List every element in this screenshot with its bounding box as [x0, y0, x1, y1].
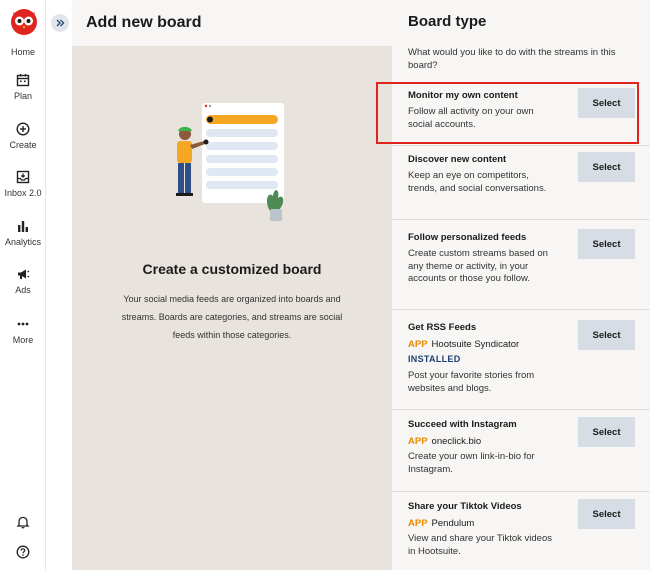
option-description: Keep an eye on competitors, trends, and … [408, 170, 547, 194]
app-name: oneclick.bio [431, 436, 482, 447]
board-illustration [176, 103, 284, 221]
highlight-box [376, 82, 639, 144]
select-follow-personalized-feeds-button[interactable]: Select [578, 229, 635, 259]
app-tag: APP [408, 436, 428, 447]
left-nav-rail: Home Plan Create Inbox 2.0 Analytics Ads… [0, 0, 46, 570]
board-preview-area: Create a customized board Your social me… [72, 46, 392, 570]
notifications-button[interactable] [0, 515, 46, 534]
plus-circle-icon [16, 122, 30, 136]
app-tag: APP [408, 339, 428, 350]
nav-more[interactable]: More [0, 317, 46, 345]
create-board-panel: Add new board Create a customized board … [72, 0, 392, 570]
create-board-description: Your social media feeds are organized in… [121, 294, 343, 340]
nav-plan-label: Plan [13, 91, 32, 101]
nav-create-label: Create [9, 140, 37, 150]
inbox-icon [16, 170, 30, 184]
app-name: Pendulum [431, 518, 475, 529]
create-board-heading: Create a customized board [142, 261, 322, 277]
nav-analytics-label: Analytics [4, 237, 41, 247]
installed-badge: INSTALLED [408, 354, 461, 364]
calendar-icon [16, 74, 30, 87]
divider [392, 219, 650, 220]
select-share-tiktok-videos-button[interactable]: Select [578, 499, 635, 529]
board-type-title: Board type [408, 13, 487, 30]
select-succeed-with-instagram-button[interactable]: Select [578, 417, 635, 447]
app-tag: APP [408, 518, 428, 529]
double-chevron-right-icon [56, 19, 65, 27]
nav-create[interactable]: Create [0, 122, 46, 150]
divider [392, 409, 650, 410]
page-title: Add new board [86, 14, 202, 31]
select-discover-new-content-button[interactable]: Select [578, 152, 635, 182]
board-type-subtitle: What would you like to do with the strea… [408, 47, 616, 71]
app-name: Hootsuite Syndicator [431, 339, 520, 350]
option-description: View and share your Tiktok videos in Hoo… [408, 533, 552, 557]
bell-icon [16, 516, 30, 529]
more-dots-icon [17, 322, 29, 326]
option-description: Create your own link-in-bio for Instagra… [408, 451, 535, 475]
option-description: Create custom streams based on any theme… [408, 248, 548, 284]
nav-home[interactable]: Home [0, 47, 46, 57]
nav-inbox[interactable]: Inbox 2.0 [0, 170, 46, 198]
nav-home-label: Home [10, 47, 35, 57]
divider [392, 491, 650, 492]
divider [392, 145, 650, 146]
nav-more-label: More [12, 335, 34, 345]
megaphone-icon [18, 269, 30, 279]
option-description: Post your favorite stories from websites… [408, 370, 535, 394]
nav-ads-label: Ads [15, 285, 31, 295]
panel-header: Add new board [72, 0, 392, 46]
bar-chart-icon [18, 221, 28, 232]
owl-logo-icon[interactable] [9, 6, 39, 36]
nav-analytics[interactable]: Analytics [0, 219, 46, 247]
help-button[interactable] [0, 545, 46, 564]
nav-ads[interactable]: Ads [0, 267, 46, 295]
divider [392, 309, 650, 310]
select-get-rss-feeds-button[interactable]: Select [578, 320, 635, 350]
expand-panel-button[interactable] [51, 14, 69, 32]
nav-inbox-label: Inbox 2.0 [4, 188, 42, 198]
help-icon [16, 545, 30, 559]
nav-plan[interactable]: Plan [0, 73, 46, 101]
